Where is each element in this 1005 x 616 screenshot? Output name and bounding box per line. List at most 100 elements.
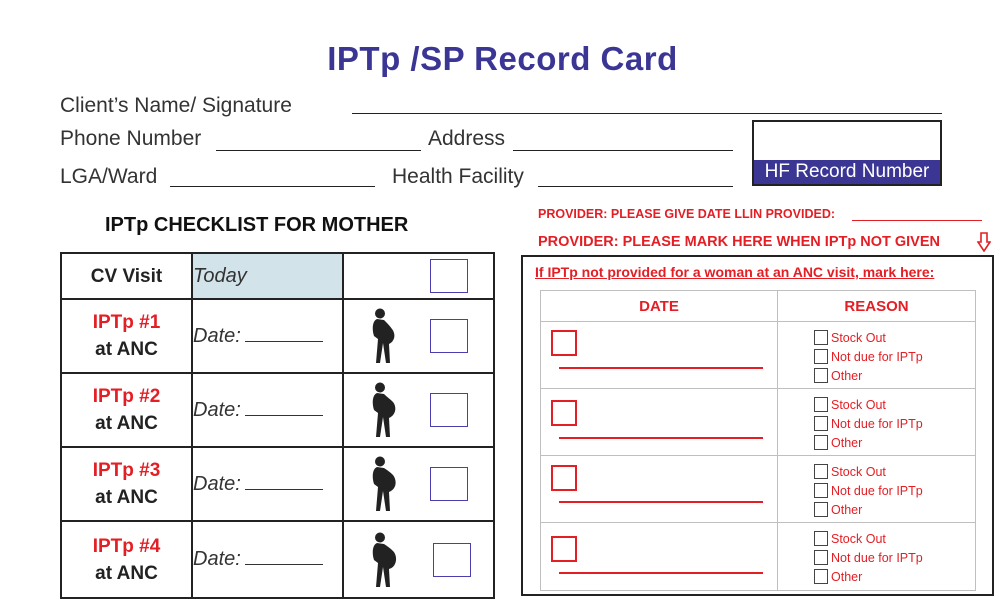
reason-option[interactable]: Other: [814, 500, 923, 519]
facility-line[interactable]: [538, 186, 733, 187]
reason-checkbox[interactable]: [814, 464, 828, 479]
reason-checkbox[interactable]: [814, 531, 828, 546]
place-label: at ANC: [95, 562, 158, 584]
reason-date-cell: [540, 455, 778, 523]
reason-label: Other: [831, 569, 863, 584]
dose-label: IPTp #3: [92, 460, 161, 481]
table-row: IPTp #1 at ANC Date:: [60, 298, 495, 374]
reason-option[interactable]: Other: [814, 433, 923, 452]
reason-label: Other: [831, 368, 863, 383]
not-given-checkbox[interactable]: [551, 465, 577, 491]
reason-list: Stock Out Not due for IPTp Other: [814, 529, 923, 586]
date-cell[interactable]: Date:: [191, 520, 344, 599]
place-label: at ANC: [95, 487, 158, 508]
checklist-title: IPTp CHECKLIST FOR MOTHER: [105, 214, 409, 236]
reason-checkbox[interactable]: [814, 397, 828, 412]
not-given-checkbox[interactable]: [551, 536, 577, 562]
reason-option[interactable]: Not due for IPTp: [814, 548, 923, 567]
dose-cell: IPTp #3 at ANC: [60, 446, 193, 522]
date-line: [244, 327, 323, 342]
reason-date-line[interactable]: [559, 501, 763, 503]
reason-label: Other: [831, 435, 863, 450]
cv-visit-checkbox[interactable]: [430, 259, 468, 293]
reason-list: Stock Out Not due for IPTp Other: [814, 462, 923, 519]
dose-checkbox[interactable]: [430, 393, 468, 427]
reason-label: Not due for IPTp: [831, 483, 923, 498]
date-header: DATE: [540, 290, 778, 322]
dose-label: IPTp #4: [92, 535, 161, 557]
not-given-checkbox[interactable]: [551, 400, 577, 426]
date-cell[interactable]: Date:: [191, 446, 344, 522]
lga-line[interactable]: [170, 186, 375, 187]
reason-date-line[interactable]: [559, 367, 763, 369]
reason-option[interactable]: Other: [814, 366, 923, 385]
reason-checkbox[interactable]: [814, 368, 828, 383]
not-given-checkbox[interactable]: [551, 330, 577, 356]
reason-option[interactable]: Stock Out: [814, 395, 923, 414]
phone-line[interactable]: [216, 150, 421, 151]
reason-option[interactable]: Not due for IPTp: [814, 347, 923, 366]
check-cell: [342, 520, 495, 599]
reason-option[interactable]: Not due for IPTp: [814, 414, 923, 433]
reason-checkbox[interactable]: [814, 330, 828, 345]
pregnant-woman-icon: [372, 456, 396, 511]
check-cell: [342, 298, 495, 374]
date-label: Date:: [193, 398, 241, 421]
reason-checkbox[interactable]: [814, 550, 828, 565]
reason-date-line[interactable]: [559, 437, 763, 439]
dose-cell: IPTp #1 at ANC: [60, 298, 193, 374]
reason-label: Not due for IPTp: [831, 550, 923, 565]
reason-label: Not due for IPTp: [831, 349, 923, 364]
client-name-label: Client’s Name/ Signature: [60, 94, 292, 117]
client-name-line[interactable]: [352, 113, 942, 114]
reason-option[interactable]: Not due for IPTp: [814, 481, 923, 500]
table-row: Stock Out Not due for IPTp Other: [540, 522, 976, 591]
lga-label: LGA/Ward: [60, 165, 158, 188]
facility-label: Health Facility: [392, 165, 524, 188]
reason-date-line[interactable]: [559, 572, 763, 574]
date-line: [244, 401, 323, 416]
reason-checkbox[interactable]: [814, 569, 828, 584]
table-row: Stock Out Not due for IPTp Other: [540, 321, 976, 389]
reason-header: REASON: [777, 290, 976, 322]
reason-checkbox[interactable]: [814, 483, 828, 498]
reason-label: Stock Out: [831, 531, 886, 546]
reason-checkbox[interactable]: [814, 502, 828, 517]
checklist-table: CV Visit Today IPTp #1 at ANC Date: IPTp…: [60, 252, 495, 599]
table-row: IPTp #4 at ANC Date:: [60, 520, 495, 599]
date-cell[interactable]: Date:: [191, 372, 344, 448]
reason-option[interactable]: Stock Out: [814, 328, 923, 347]
dose-checkbox[interactable]: [430, 319, 468, 353]
reason-option[interactable]: Stock Out: [814, 529, 923, 548]
pregnant-woman-icon: [372, 308, 395, 363]
hf-record-label: HF Record Number: [754, 160, 940, 184]
cv-visit-check-cell: [342, 252, 495, 300]
reason-label: Other: [831, 502, 863, 517]
reason-cell: Stock Out Not due for IPTp Other: [777, 388, 976, 456]
llin-date-line[interactable]: [852, 220, 982, 221]
reason-option[interactable]: Stock Out: [814, 462, 923, 481]
address-label: Address: [428, 127, 506, 150]
address-line[interactable]: [513, 150, 733, 151]
phone-label: Phone Number: [60, 127, 202, 150]
today-cell: Today: [191, 252, 344, 300]
reason-list: Stock Out Not due for IPTp Other: [814, 395, 923, 452]
reason-checkbox[interactable]: [814, 416, 828, 431]
dose-checkbox[interactable]: [433, 542, 471, 577]
dose-label: IPTp #2: [92, 386, 161, 407]
reason-date-cell: [540, 522, 778, 591]
dose-checkbox[interactable]: [430, 467, 468, 501]
reason-checkbox[interactable]: [814, 349, 828, 364]
reason-table: DATE REASON Stock Out Not due for IPTp O…: [540, 290, 976, 591]
cv-visit-row: CV Visit Today: [60, 252, 495, 300]
table-row: Stock Out Not due for IPTp Other: [540, 388, 976, 456]
reason-label: Stock Out: [831, 397, 886, 412]
reason-checkbox[interactable]: [814, 435, 828, 450]
reason-option[interactable]: Other: [814, 567, 923, 586]
pregnant-woman-icon: [372, 532, 397, 587]
hf-record-box[interactable]: HF Record Number: [752, 120, 942, 186]
date-cell[interactable]: Date:: [191, 298, 344, 374]
iptp-not-given-title: If IPTp not provided for a woman at an A…: [535, 264, 935, 280]
reason-cell: Stock Out Not due for IPTp Other: [777, 321, 976, 389]
reason-label: Stock Out: [831, 330, 886, 345]
